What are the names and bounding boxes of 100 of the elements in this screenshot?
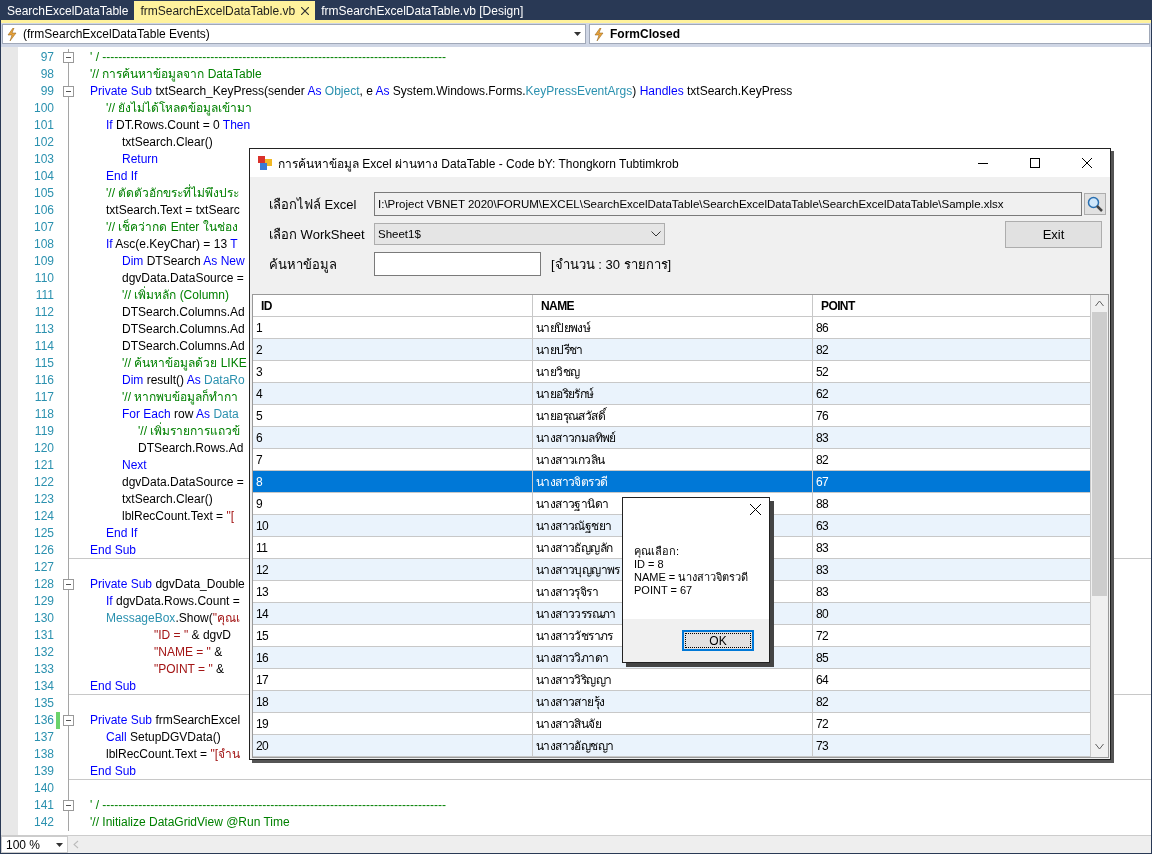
table-cell[interactable]: 83 [816,584,829,599]
table-cell[interactable]: นายปิยพงษ์ [536,318,591,337]
table-cell[interactable]: 83 [816,562,829,577]
table-cell[interactable]: 5 [256,408,263,423]
table-cell[interactable]: 19 [256,716,269,731]
table-cell[interactable]: 63 [816,518,829,533]
table-cell[interactable]: นายปรีชา [536,340,583,359]
worksheet-dropdown[interactable]: Sheet1$ [374,223,665,245]
table-cell[interactable]: 80 [816,606,829,621]
line-number: 124 [32,509,54,524]
table-cell[interactable]: 83 [816,430,829,445]
table-cell[interactable]: 20 [256,738,269,753]
table-cell[interactable]: 88 [816,496,829,511]
document-tab[interactable]: frmSearchExcelDataTable.vb [134,1,316,20]
table-cell[interactable]: 3 [256,364,263,379]
table-cell[interactable]: 86 [816,320,829,335]
table-cell[interactable]: นางสาวธัญญลัก [536,538,613,557]
table-cell[interactable]: นายอริยรักษ์ [536,384,594,403]
table-cell[interactable]: 4 [256,386,263,401]
vertical-scrollbar[interactable] [1091,295,1108,757]
table-cell[interactable]: 15 [256,628,269,643]
table-cell[interactable]: 82 [816,452,829,467]
column-header[interactable]: NAME [533,295,813,317]
table-cell[interactable]: นางสาวสายรุ้ง [536,692,605,711]
code-line: "NAME = " & [153,645,223,660]
ok-button[interactable]: OK [682,630,754,651]
table-cell[interactable]: 73 [816,738,829,753]
document-tab[interactable]: SearchExcelDataTable [1,1,135,20]
table-cell[interactable]: นางสาววิภาดา [536,648,609,667]
code-line: Private Sub dgvData_Double [90,577,245,592]
table-cell[interactable]: 62 [816,386,829,401]
table-cell[interactable]: นางสาววิริญญา [536,670,612,689]
column-header[interactable]: ID [253,295,533,317]
table-cell[interactable]: 1 [256,320,263,335]
table-cell[interactable]: นางสาวกมลทิพย์ [536,428,616,447]
collapse-icon[interactable] [63,579,74,590]
close-icon[interactable] [750,504,761,515]
line-number: 117 [33,390,54,405]
file-path-field[interactable]: I:\Project VBNET 2020\FORUM\EXCEL\SearchExcelDataTable\SearchExcelDataTable\SearchExcelDataTable\Sample.xlsx [374,192,1082,216]
table-cell[interactable]: 85 [816,650,829,665]
table-cell[interactable]: 14 [256,606,269,621]
table-cell[interactable]: 11 [256,540,268,555]
table-cell[interactable]: 83 [816,540,829,555]
table-cell[interactable]: นางสาวฐานิดา [536,494,609,513]
line-number: 114 [33,339,54,354]
code-line: DTSearch.Columns.Ad [121,305,245,320]
table-cell[interactable]: 18 [256,694,269,709]
table-cell[interactable]: นางสาวณัฐชยา [536,516,612,535]
table-cell[interactable]: นางสาววัชราภร [536,626,613,645]
table-cell[interactable]: นางสาวสินจัย [536,714,601,733]
table-cell[interactable]: 67 [816,474,829,489]
table-cell[interactable]: 12 [256,562,269,577]
table-cell[interactable]: 72 [816,628,829,643]
table-cell[interactable]: 72 [816,716,829,731]
collapse-icon[interactable] [63,715,74,726]
table-cell[interactable]: 10 [256,518,269,533]
browse-button[interactable] [1084,193,1106,215]
table-cell[interactable]: 6 [256,430,263,445]
code-line: lblRecCount.Text = "[ [121,509,234,524]
code-line: Next [121,458,147,473]
search-field[interactable] [374,252,541,276]
collapse-icon[interactable] [63,800,74,811]
table-cell[interactable]: 9 [256,496,263,511]
collapse-icon[interactable] [63,86,74,97]
table-cell[interactable]: นางสาวจิตรวดี [536,472,608,491]
table-cell[interactable]: นางสาวเกวลิน [536,450,605,469]
code-line: '// เพิ่มรายการแถวข้ [137,424,241,439]
table-cell[interactable]: 17 [256,672,269,687]
table-cell[interactable]: นางสาววรรณภา [536,604,616,623]
table-cell[interactable]: 2 [256,342,263,357]
close-icon[interactable] [301,6,310,15]
table-cell[interactable]: นายวิชญ [536,362,580,381]
events-dropdown[interactable]: (frmSearchExcelDataTable Events) [2,24,586,44]
table-cell[interactable]: 82 [816,694,829,709]
table-cell[interactable]: นางสาวอัญชญา [536,736,614,755]
caret-icon [574,32,581,36]
member-dropdown[interactable]: FormClosed [589,24,1150,44]
column-header[interactable]: POINT [813,295,1091,317]
code-line: MessageBox.Show("คุณเ [105,611,240,626]
table-cell[interactable]: นางสาวรุจิรา [536,582,598,601]
table-cell[interactable]: 76 [816,408,829,423]
document-tab[interactable]: frmSearchExcelDataTable.vb [Design] [315,1,530,20]
line-number: 135 [32,696,54,711]
table-cell[interactable]: 16 [256,650,269,665]
code-line: lblRecCount.Text = "[จำน [105,747,240,762]
exit-button[interactable]: Exit [1005,220,1102,248]
code-line: txtSearch.Text = txtSearc [105,203,240,218]
code-line: txtSearch.Clear() [121,135,213,150]
table-cell[interactable]: 8 [256,474,263,489]
zoom-dropdown[interactable]: 100 % [1,836,69,853]
table-cell[interactable]: 52 [816,364,829,379]
line-number: 121 [32,458,54,473]
code-line: '// ยังไม่ได้โหลดข้อมูลเข้ามา [105,101,253,116]
table-cell[interactable]: นายอรุณสวัสดิ์ [536,406,605,425]
table-cell[interactable]: 64 [816,672,829,687]
table-cell[interactable]: 82 [816,342,829,357]
collapse-icon[interactable] [63,52,74,63]
table-cell[interactable]: 13 [256,584,269,599]
table-cell[interactable]: 7 [256,452,263,467]
table-cell[interactable]: นางสาวบุญญาพร [536,560,620,579]
